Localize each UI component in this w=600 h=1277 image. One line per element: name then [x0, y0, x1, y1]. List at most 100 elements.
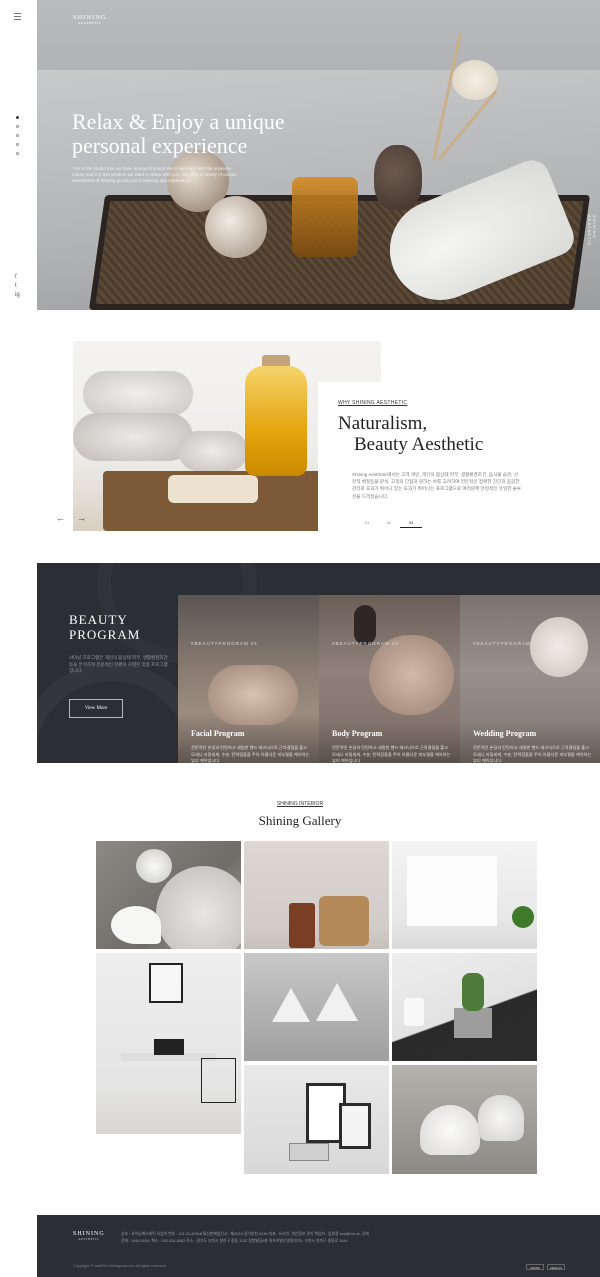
footer-design-button[interactable]: DESIGN: [547, 1264, 565, 1270]
hero-banner: Relax & Enjoy a unique personal experien…: [37, 0, 600, 310]
footer-info: 상호 : 샤이닝에스테틱 사업자 번호 : 131-31-42918 통신판매업…: [121, 1231, 481, 1245]
card-title: Wedding Program: [473, 729, 537, 738]
hero-side-label: SHINING AESTHETIC: [587, 215, 597, 247]
pendant-lamp: [272, 988, 310, 1022]
hero-vase-image: [374, 145, 422, 210]
gallery-item-pendant-lamps[interactable]: [244, 953, 389, 1061]
facebook-icon[interactable]: f: [15, 273, 20, 282]
footer-info-line: 상호 : 샤이닝에스테틱 사업자 번호 : 131-31-42918 통신판매업…: [121, 1232, 369, 1236]
about-title-line: Naturalism,: [338, 413, 428, 434]
logo-text: SHINING: [73, 14, 107, 21]
laptop-image: [289, 1143, 329, 1161]
beauty-program-section: BEAUTY PROGRAM 샤이닝 프로그램은 개인의 몸상태 피부, 생활환…: [37, 563, 600, 763]
card-tag: #BEAUTYPROGRAM 02: [332, 641, 400, 646]
candle-image: [420, 1105, 480, 1155]
arrow-right-icon[interactable]: →: [77, 513, 98, 523]
card-image-detail: [530, 617, 588, 677]
program-card-body[interactable]: #BEAUTYPROGRAM 02 Body Program 전문적인 손길과 …: [319, 595, 460, 763]
gallery-item-desk-workspace[interactable]: [96, 953, 241, 1134]
gallery-item-white-candles[interactable]: [392, 1065, 537, 1174]
slide-dot[interactable]: [16, 152, 19, 155]
hero-title-line: personal experience: [72, 133, 248, 158]
card-description: 전문적인 손길과 탄탄하고 세밀한 핸드 테크닉으로 근육결림을 풀고 모세나 …: [473, 745, 592, 763]
pendant-lamp: [316, 983, 358, 1021]
slide-dot[interactable]: [16, 116, 19, 119]
about-tab[interactable]: 03: [400, 520, 422, 528]
wall-niche: [407, 856, 497, 926]
program-description: 샤이닝 프로그램은 개인의 몸상태 피부, 생활환경조건 등을 분석하여 전문적…: [69, 655, 168, 673]
hero-decor-ball: [205, 196, 267, 258]
about-body: Shining Aesthetic에서는 고객 개인, 개인의 몸상태 피부, …: [352, 472, 522, 499]
about-tab[interactable]: 01: [356, 520, 378, 528]
laptop-image: [154, 1039, 184, 1055]
gallery-item-cactus-pot[interactable]: [392, 953, 537, 1061]
about-title-line: Beauty Aesthetic: [354, 434, 484, 455]
about-tabs: 01 02 03: [356, 520, 422, 528]
twitter-icon[interactable]: t: [15, 282, 20, 291]
about-title: Naturalism, Beauty Aesthetic: [338, 413, 483, 455]
footer-admin-button[interactable]: ADMIN: [526, 1264, 544, 1270]
plant-image: [512, 906, 534, 928]
towel-roll: [178, 431, 248, 471]
program-card-wedding[interactable]: #BEAUTYPROGRAM 03 Wedding Program 전문적인 손…: [460, 595, 600, 763]
social-links: f t ig: [15, 273, 20, 300]
left-rail: f t ig: [0, 0, 37, 310]
logo-subtext: AESTHETIC: [78, 21, 102, 25]
gallery-eyebrow[interactable]: SHINING INTERIOR: [0, 801, 600, 807]
candle-image: [136, 849, 172, 883]
site-logo[interactable]: SHINING AESTHETIC: [73, 14, 107, 25]
wall-frame: [149, 963, 183, 1003]
about-slider-arrows: ←→: [56, 513, 98, 523]
card-tag: #BEAUTYPROGRAM 01: [191, 641, 259, 646]
plant-frame: [339, 1103, 371, 1149]
hero-title-line: Relax & Enjoy a unique: [72, 109, 285, 134]
slide-dot[interactable]: [16, 125, 19, 128]
card-image-detail: [369, 635, 454, 715]
card-tag: #BEAUTYPROGRAM 03: [473, 641, 541, 646]
cactus-image: [462, 973, 484, 1011]
footer-logo[interactable]: SHINING AESTHETIC: [73, 1231, 105, 1241]
concrete-pot: [454, 1008, 492, 1038]
hero-title: Relax & Enjoy a unique personal experien…: [72, 110, 372, 158]
hero-lead-text: This is the studio that we have learned …: [72, 166, 237, 183]
towel-roll: [83, 371, 193, 416]
footer-info-line: 전화 : 1544-0034, 팩스 : 032-324-8062 주소 : 경…: [121, 1239, 348, 1243]
site-footer: SHINING AESTHETIC 상호 : 샤이닝에스테틱 사업자 번호 : …: [37, 1215, 600, 1277]
calla-lily-image: [111, 906, 161, 944]
card-description: 전문적인 손길과 탄탄하고 세밀한 핸드 테크닉으로 근육결림을 풀고 모세나 …: [191, 745, 310, 763]
chair-image: [201, 1058, 236, 1103]
card-description: 전문적인 손길과 탄탄하고 세밀한 핸드 테크닉으로 근육결림을 풀고 모세나 …: [332, 745, 451, 763]
view-more-button[interactable]: View More: [69, 699, 123, 718]
program-title-line: BEAUTY: [69, 612, 128, 627]
oil-bottle: [245, 366, 307, 476]
gallery-item-chair-interior[interactable]: [244, 841, 389, 949]
program-title: BEAUTY PROGRAM: [69, 612, 140, 642]
about-tab[interactable]: 02: [378, 520, 400, 528]
hero-flower-image: [452, 60, 498, 100]
slide-indicator: [16, 116, 19, 161]
candle-image: [478, 1095, 524, 1141]
armchair-image: [319, 896, 369, 946]
instagram-icon[interactable]: ig: [15, 291, 20, 300]
card-image-detail: [208, 665, 298, 725]
about-eyebrow[interactable]: WHY SHINING AESTHETIC: [338, 400, 407, 406]
side-table-image: [289, 903, 315, 948]
footer-copyright: Copyright © haz609.shiningcmy.com All ri…: [73, 1264, 167, 1268]
card-title: Facial Program: [191, 729, 245, 738]
hero-candle-jar-image: [292, 177, 358, 257]
slide-dot[interactable]: [16, 134, 19, 137]
slide-dot[interactable]: [16, 143, 19, 146]
hamburger-icon[interactable]: [14, 13, 21, 22]
program-title-line: PROGRAM: [69, 627, 141, 642]
gallery-item-frames-laptop[interactable]: [244, 1065, 389, 1174]
gallery-item-candle-marble[interactable]: [96, 841, 241, 949]
towel-roll: [73, 413, 193, 461]
arrow-left-icon[interactable]: ←: [56, 513, 77, 523]
card-title: Body Program: [332, 729, 383, 738]
card-image-detail: [354, 605, 376, 645]
candle-glass: [404, 998, 424, 1026]
program-card-facial[interactable]: #BEAUTYPROGRAM 01 Facial Program 전문적인 손길…: [178, 595, 319, 763]
gallery-item-white-room[interactable]: [392, 841, 537, 949]
soap-bar: [168, 475, 258, 503]
gallery-title: Shining Gallery: [258, 813, 342, 828]
